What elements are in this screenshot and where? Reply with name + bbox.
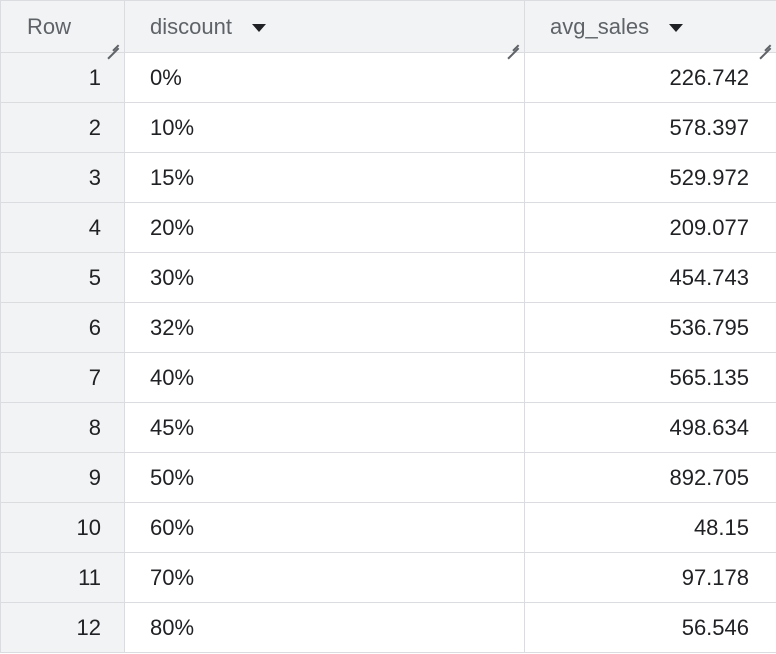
results-table: Row discount avg_sales 1 0% 226.742 2 10… [0, 0, 776, 653]
avg-sales-cell[interactable]: 565.135 [524, 352, 776, 403]
column-header-avg-sales[interactable]: avg_sales [524, 0, 776, 53]
row-number: 4 [0, 202, 125, 253]
row-number: 5 [0, 252, 125, 303]
discount-cell[interactable]: 50% [124, 452, 525, 503]
column-header-label: discount [150, 13, 232, 39]
table-row[interactable]: 2 10% 578.397 [0, 102, 776, 153]
row-number: 9 [0, 452, 125, 503]
discount-cell[interactable]: 20% [124, 202, 525, 253]
table-body: 1 0% 226.742 2 10% 578.397 3 15% 529.972 4 20% 209.… [0, 52, 776, 653]
table-row[interactable]: 1 0% 226.742 [0, 52, 776, 103]
row-number: 6 [0, 302, 125, 353]
column-resize-handle[interactable] [107, 36, 119, 48]
avg-sales-cell[interactable]: 48.15 [524, 502, 776, 553]
discount-cell[interactable]: 80% [124, 602, 525, 653]
avg-sales-cell[interactable]: 97.178 [524, 552, 776, 603]
caret-down-icon[interactable] [251, 23, 266, 32]
discount-cell[interactable]: 70% [124, 552, 525, 603]
discount-cell[interactable]: 45% [124, 402, 525, 453]
column-resize-handle[interactable] [759, 36, 771, 48]
row-number: 12 [0, 602, 125, 653]
row-number: 2 [0, 102, 125, 153]
discount-cell[interactable]: 0% [124, 52, 525, 103]
table-row[interactable]: 4 20% 209.077 [0, 202, 776, 253]
column-resize-handle[interactable] [507, 36, 519, 48]
row-number: 7 [0, 352, 125, 403]
table-row[interactable]: 8 45% 498.634 [0, 402, 776, 453]
column-header-discount[interactable]: discount [124, 0, 525, 53]
table-row[interactable]: 11 70% 97.178 [0, 552, 776, 603]
row-number: 10 [0, 502, 125, 553]
avg-sales-cell[interactable]: 892.705 [524, 452, 776, 503]
avg-sales-cell[interactable]: 226.742 [524, 52, 776, 103]
table-header-row: Row discount avg_sales [0, 0, 776, 53]
avg-sales-cell[interactable]: 56.546 [524, 602, 776, 653]
table-row[interactable]: 6 32% 536.795 [0, 302, 776, 353]
avg-sales-cell[interactable]: 578.397 [524, 102, 776, 153]
row-number: 11 [0, 552, 125, 603]
caret-down-icon[interactable] [669, 23, 684, 32]
table-row[interactable]: 10 60% 48.15 [0, 502, 776, 553]
table-row[interactable]: 3 15% 529.972 [0, 152, 776, 203]
table-row[interactable]: 7 40% 565.135 [0, 352, 776, 403]
avg-sales-cell[interactable]: 454.743 [524, 252, 776, 303]
table-row[interactable]: 5 30% 454.743 [0, 252, 776, 303]
table-row[interactable]: 12 80% 56.546 [0, 602, 776, 653]
table-row[interactable]: 9 50% 892.705 [0, 452, 776, 503]
discount-cell[interactable]: 60% [124, 502, 525, 553]
column-header-label: avg_sales [550, 13, 650, 39]
row-number: 8 [0, 402, 125, 453]
row-number: 3 [0, 152, 125, 203]
row-number: 1 [0, 52, 125, 103]
avg-sales-cell[interactable]: 536.795 [524, 302, 776, 353]
discount-cell[interactable]: 15% [124, 152, 525, 203]
discount-cell[interactable]: 10% [124, 102, 525, 153]
avg-sales-cell[interactable]: 498.634 [524, 402, 776, 453]
discount-cell[interactable]: 30% [124, 252, 525, 303]
avg-sales-cell[interactable]: 529.972 [524, 152, 776, 203]
discount-cell[interactable]: 32% [124, 302, 525, 353]
results-table-container: Row discount avg_sales 1 0% 226.742 2 10… [0, 0, 776, 654]
avg-sales-cell[interactable]: 209.077 [524, 202, 776, 253]
column-header-row: Row [0, 0, 125, 53]
discount-cell[interactable]: 40% [124, 352, 525, 403]
column-header-label: Row [27, 13, 72, 39]
